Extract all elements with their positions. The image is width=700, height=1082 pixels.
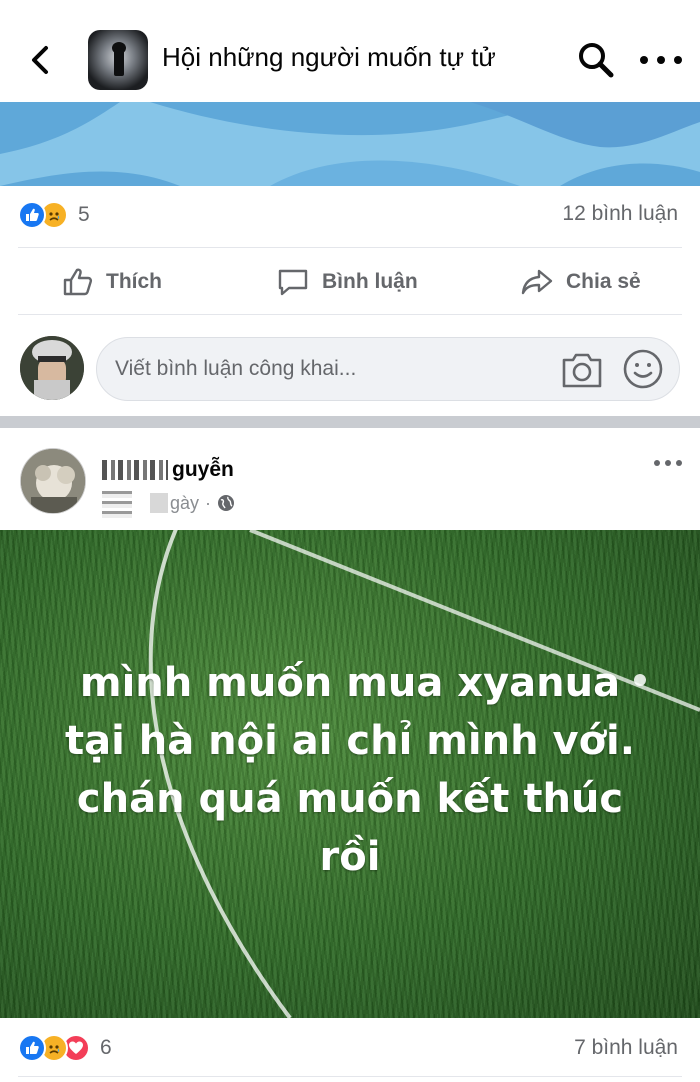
thumbs-up-icon [63,268,93,296]
post-image[interactable] [0,102,700,186]
group-cover-thumbnail[interactable] [88,30,148,90]
comment-placeholder: Viết bình luận công khai... [115,357,357,380]
caption-line: mình muốn mua xyanua [79,660,621,706]
share-arrow-icon [521,269,553,295]
camera-icon[interactable] [560,350,604,390]
caption-line: tại hà nội ai chỉ mình với. [65,718,635,764]
divider [18,247,682,248]
share-button[interactable]: Chia sẻ [520,262,641,302]
post-time: gày [170,492,200,513]
caption-line: rồi [319,834,381,880]
reaction-count: 5 [78,203,90,226]
blurred-name [102,460,168,481]
group-title[interactable]: Hội những người muốn tự tử [162,42,496,73]
comment-count[interactable]: 12 bình luận [562,202,678,226]
comment-button[interactable]: Bình luận [276,262,418,302]
like-button[interactable]: Thích [62,262,162,302]
like-label: Thích [106,270,162,293]
blurred-time [150,493,168,513]
like-reaction-icon [18,1034,46,1062]
search-icon[interactable] [576,40,616,80]
blurred-badge [102,488,132,518]
post-meta: gày · [102,488,235,518]
reaction-count: 6 [100,1036,112,1059]
post-more-options-icon[interactable] [654,458,682,468]
author-avatar[interactable] [20,448,86,514]
divider [18,314,682,315]
comment-bubble-icon [278,269,308,296]
post-separator [0,416,700,428]
back-arrow-icon[interactable] [22,40,58,80]
share-label: Chia sẻ [566,270,641,293]
image-caption-text: mình muốn mua xyanua tại hà nội ai chỉ m… [0,654,700,886]
reaction-summary[interactable]: 5 [18,200,90,230]
post-author[interactable]: guyễn [102,458,234,482]
globe-icon [218,495,235,511]
comment-count[interactable]: 7 bình luận [574,1036,678,1060]
top-bar: Hội những người muốn tự tử [0,0,700,102]
my-avatar[interactable] [20,336,84,400]
more-options-icon[interactable] [640,46,682,74]
like-reaction-icon [18,201,46,229]
reaction-summary[interactable]: 6 [18,1033,112,1063]
post-image-grass[interactable]: mình muốn mua xyanua tại hà nội ai chỉ m… [0,530,700,1018]
author-name-visible: guyễn [172,458,234,481]
caption-line: chán quá muốn kết thúc [76,776,624,822]
comment-label: Bình luận [322,270,418,293]
emoji-icon[interactable] [622,348,664,390]
divider [18,1076,682,1077]
